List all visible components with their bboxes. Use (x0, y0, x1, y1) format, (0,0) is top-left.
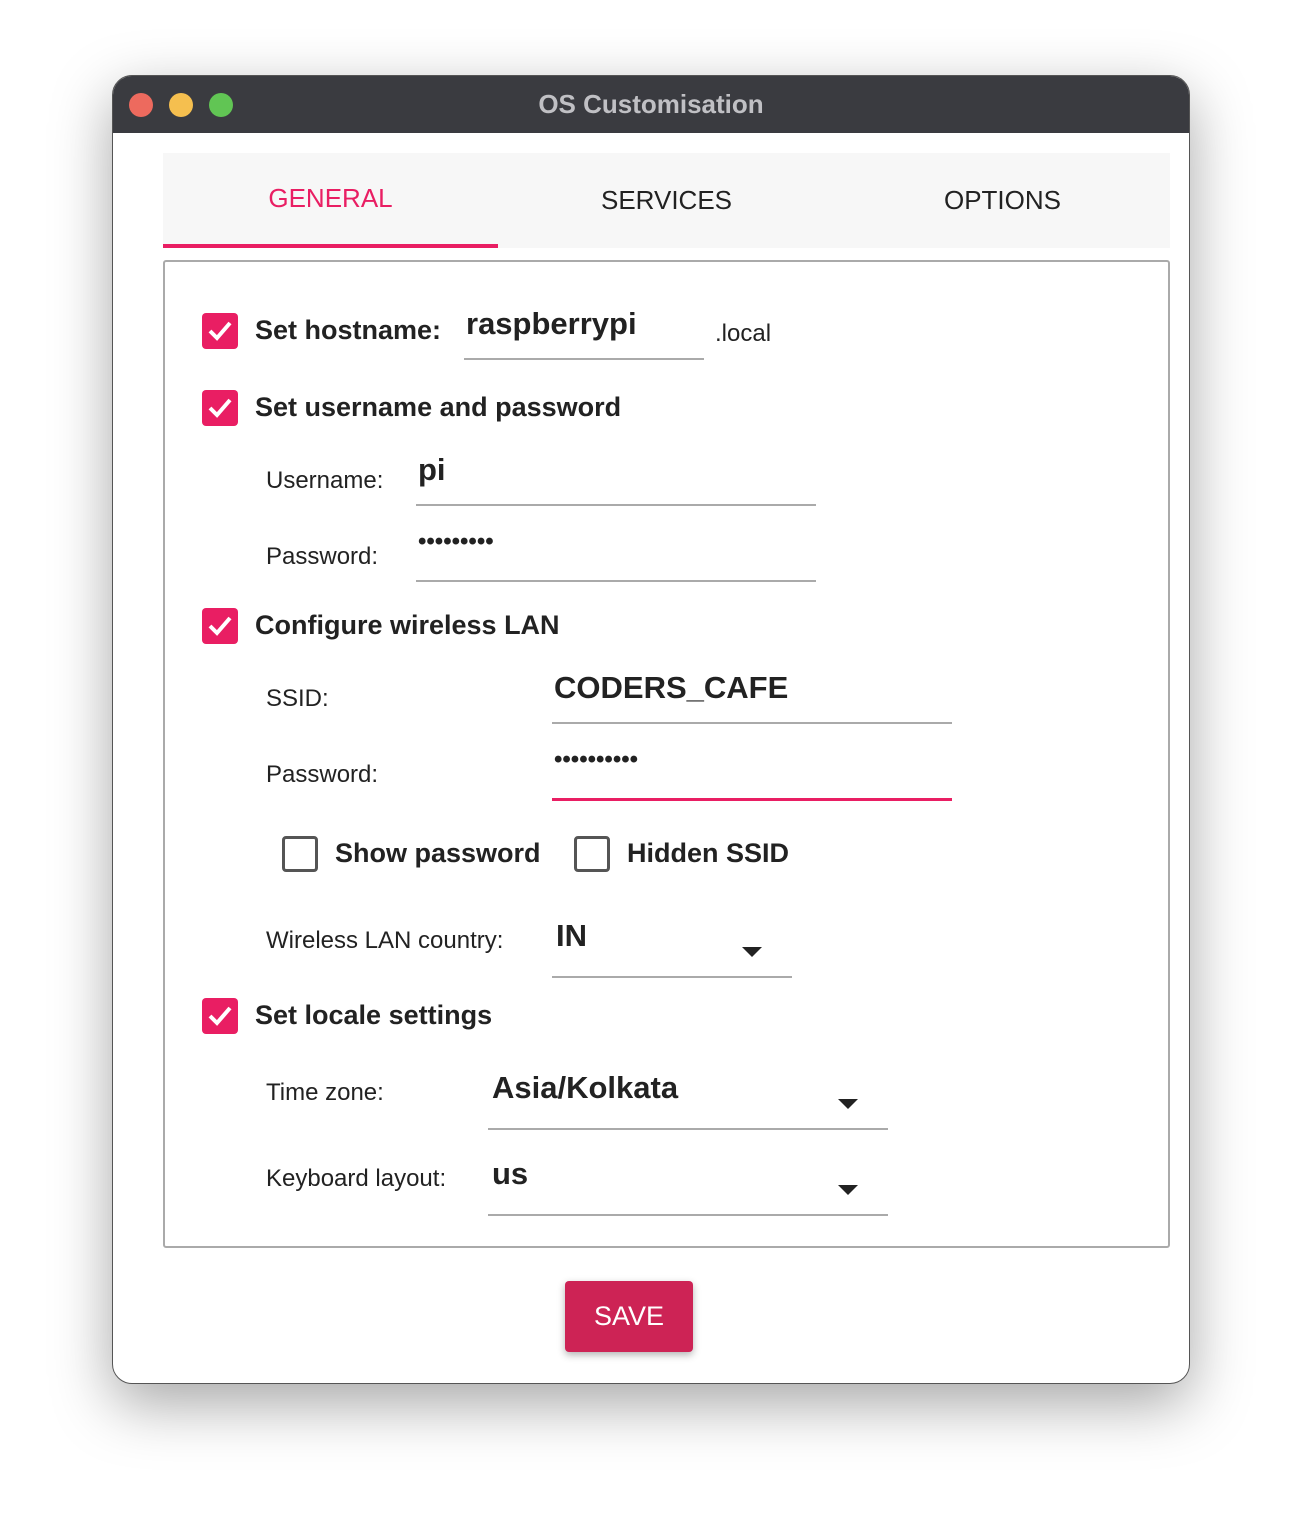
set-locale-label: Set locale settings (255, 1000, 493, 1030)
ssid-label: SSID: (266, 685, 329, 712)
general-panel: Set hostname: raspberrypi .local Set use… (163, 260, 1170, 1248)
set-hostname-label: Set hostname: (255, 315, 442, 345)
checkmark-icon (208, 616, 232, 636)
tab-bar: GENERAL SERVICES OPTIONS (163, 153, 1170, 248)
checkmark-icon (208, 1006, 232, 1026)
username-input[interactable]: pi (416, 452, 816, 506)
hidden-ssid-label: Hidden SSID (627, 838, 790, 868)
ssid-input[interactable]: CODERS_CAFE (552, 670, 952, 724)
save-button[interactable]: SAVE (565, 1281, 693, 1352)
os-customisation-window: OS Customisation GENERAL SERVICES OPTION… (112, 75, 1190, 1384)
configure-wlan-checkbox[interactable] (202, 608, 238, 644)
set-username-password-checkbox[interactable] (202, 390, 238, 426)
tab-options[interactable]: OPTIONS (835, 153, 1170, 248)
show-password-checkbox[interactable] (282, 836, 318, 872)
timezone-label: Time zone: (266, 1079, 384, 1106)
set-hostname-checkbox[interactable] (202, 313, 238, 349)
hostname-suffix: .local (715, 320, 772, 347)
wlan-country-value: IN (556, 918, 587, 953)
window-title: OS Customisation (538, 89, 764, 119)
tab-services[interactable]: SERVICES (499, 153, 834, 248)
wlan-password-input[interactable]: •••••••••• (552, 746, 952, 801)
wlan-password-label: Password: (266, 761, 379, 788)
keyboard-layout-select[interactable]: us (488, 1156, 888, 1216)
chevron-down-icon (838, 1099, 858, 1109)
wlan-country-label: Wireless LAN country: (266, 927, 504, 954)
set-locale-checkbox[interactable] (202, 998, 238, 1034)
wlan-country-select[interactable]: IN (552, 918, 792, 978)
chevron-down-icon (742, 947, 762, 957)
checkmark-icon (208, 321, 232, 341)
tab-general[interactable]: GENERAL (163, 153, 498, 248)
keyboard-layout-value: us (492, 1156, 529, 1191)
hostname-input[interactable]: raspberrypi (464, 306, 704, 360)
chevron-down-icon (838, 1185, 858, 1195)
timezone-value: Asia/Kolkata (492, 1070, 679, 1105)
show-password-label: Show password (335, 838, 541, 868)
keyboard-layout-label: Keyboard layout: (266, 1165, 447, 1192)
hidden-ssid-checkbox[interactable] (574, 836, 610, 872)
set-username-password-label: Set username and password (255, 392, 622, 422)
password-label: Password: (266, 543, 379, 570)
username-label: Username: (266, 467, 384, 494)
user-password-input[interactable]: ••••••••• (416, 528, 816, 582)
timezone-select[interactable]: Asia/Kolkata (488, 1070, 888, 1130)
configure-wlan-label: Configure wireless LAN (255, 610, 560, 640)
title-bar: OS Customisation (113, 76, 1189, 133)
checkmark-icon (208, 398, 232, 418)
